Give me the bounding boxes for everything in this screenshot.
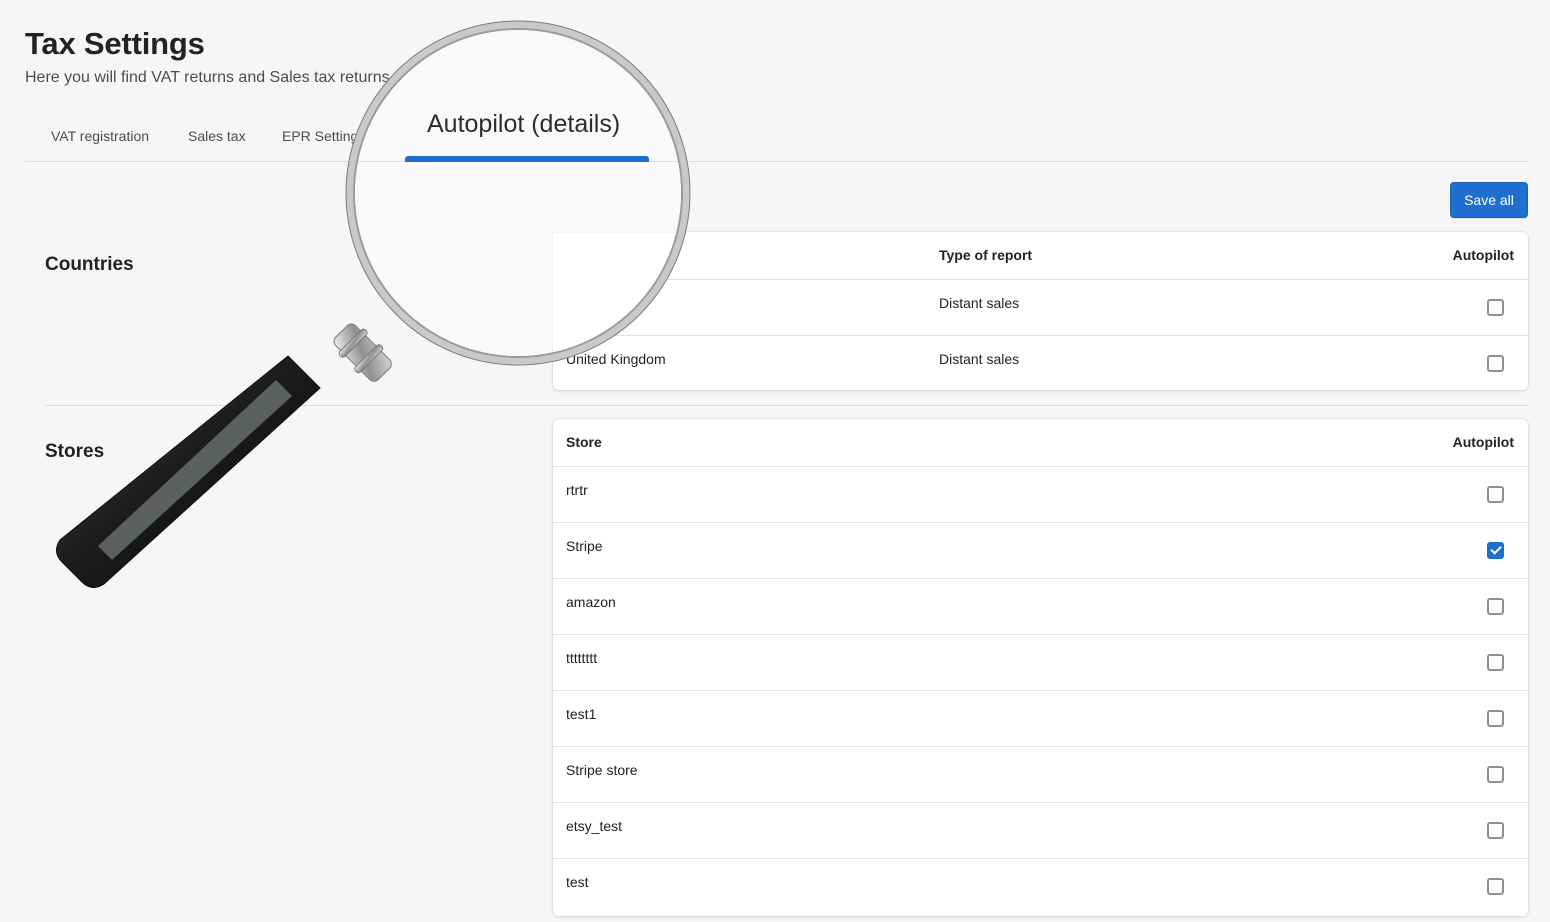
table-header: Store Autopilot [553, 419, 1528, 467]
page-title: Tax Settings [25, 26, 205, 61]
store-name: rtrtr [566, 482, 588, 498]
save-all-button[interactable]: Save all [1450, 182, 1528, 218]
autopilot-checkbox[interactable] [1487, 710, 1504, 727]
tab-sales-tax[interactable]: Sales tax [188, 128, 246, 144]
column-header-store: Store [566, 434, 602, 450]
report-type: Distant sales [939, 351, 1020, 367]
table-row: Stripe [553, 523, 1528, 579]
store-name: etsy_test [566, 818, 623, 834]
table-row: test [553, 859, 1528, 915]
countries-table: Type of report Autopilot Distant sales U… [553, 232, 1528, 390]
store-name: tttttttt [566, 650, 598, 666]
column-header-autopilot: Autopilot [1452, 434, 1514, 450]
table-row: etsy_test [553, 803, 1528, 859]
store-name: test1 [566, 706, 597, 722]
autopilot-checkbox[interactable] [1487, 355, 1504, 372]
autopilot-checkbox[interactable] [1487, 822, 1504, 839]
stores-section-title: Stores [45, 441, 105, 462]
tab-epr-settings[interactable]: EPR Setting [282, 128, 358, 144]
store-name: Stripe store [566, 762, 638, 778]
section-divider [45, 405, 1528, 406]
countries-section-title: Countries [45, 254, 134, 275]
country-name: United Kingdom [566, 351, 666, 367]
autopilot-checkbox[interactable] [1487, 654, 1504, 671]
page-subtitle: Here you will find VAT returns and Sales… [25, 69, 411, 86]
table-row: Stripe store [553, 747, 1528, 803]
autopilot-checkbox[interactable] [1487, 598, 1504, 615]
autopilot-checkbox[interactable] [1487, 299, 1504, 316]
store-name: test [566, 874, 589, 890]
table-row: test1 [553, 691, 1528, 747]
column-header-type-of-report: Type of report [939, 247, 1033, 263]
table-row: rtrtr [553, 467, 1528, 523]
table-row: Distant sales [553, 280, 1528, 336]
report-type: Distant sales [939, 295, 1020, 311]
store-name: amazon [566, 594, 616, 610]
table-row: tttttttt [553, 635, 1528, 691]
table-row: amazon [553, 579, 1528, 635]
store-name: Stripe [566, 538, 603, 554]
tab-bar: VAT registration Sales tax EPR Setting [25, 112, 1528, 162]
table-header: Type of report Autopilot [553, 232, 1528, 280]
column-header-autopilot: Autopilot [1452, 247, 1514, 263]
autopilot-checkbox[interactable] [1487, 766, 1504, 783]
autopilot-checkbox[interactable] [1487, 486, 1504, 503]
table-row: United Kingdom Distant sales [553, 336, 1528, 390]
autopilot-checkbox[interactable] [1487, 542, 1504, 559]
tab-vat-registration[interactable]: VAT registration [51, 128, 149, 144]
autopilot-checkbox[interactable] [1487, 878, 1504, 895]
stores-table: Store Autopilot rtrtr Stripe amazon tttt… [553, 419, 1528, 916]
